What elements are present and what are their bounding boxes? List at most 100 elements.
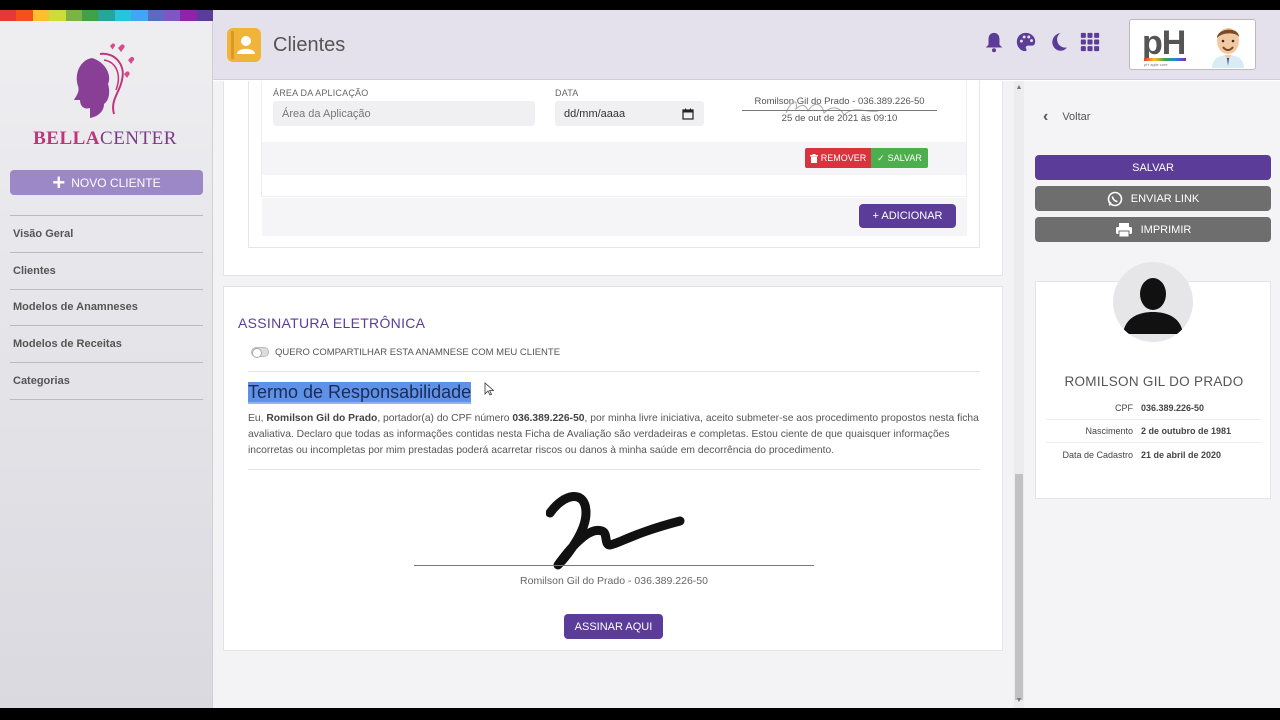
sign-here-button[interactable]: ASSINAR AQUI bbox=[564, 614, 663, 639]
terms-client-cpf: 036.389.226-50 bbox=[512, 413, 585, 424]
scroll-thumb[interactable] bbox=[1015, 474, 1023, 700]
date-label: DATA bbox=[555, 88, 579, 98]
save-button[interactable]: SALVAR bbox=[1035, 155, 1271, 180]
header-actions bbox=[983, 31, 1101, 53]
area-label: ÁREA DA APLICAÇÃO bbox=[273, 88, 369, 98]
color-stripe-segment bbox=[163, 10, 181, 21]
signature-line-small bbox=[742, 110, 937, 111]
sidebar-nav: Visão Geral Clientes Modelos de Anamnese… bbox=[10, 215, 203, 400]
new-client-label: NOVO CLIENTE bbox=[71, 175, 161, 190]
sidebar-item-visao-geral[interactable]: Visão Geral bbox=[10, 216, 203, 253]
woman-silhouette-icon bbox=[74, 43, 135, 118]
detail-value: 036.389.226-50 bbox=[1141, 403, 1205, 413]
terms-title-text: Termo de Responsabilidade bbox=[248, 382, 472, 402]
avatar bbox=[1113, 262, 1193, 342]
print-label: IMPRIMIR bbox=[1140, 223, 1192, 236]
scroll-up-icon[interactable]: ▲ bbox=[1014, 83, 1024, 93]
plus-icon: + bbox=[52, 169, 66, 195]
sidebar-item-label: Modelos de Anamneses bbox=[13, 301, 138, 314]
detail-row-registration: Data de Cadastro 21 de abril de 2020 bbox=[1046, 443, 1262, 466]
color-stripe-segment bbox=[180, 10, 197, 21]
sidebar-item-label: Visão Geral bbox=[13, 227, 74, 240]
bella-center-logo[interactable]: BELLACENTER bbox=[30, 40, 180, 150]
application-signature: Romilson Gil do Prado - 036.389.226-50 2… bbox=[742, 90, 937, 130]
application-frame: ÁREA DA APLICAÇÃO Área da Aplicação DATA… bbox=[248, 81, 980, 248]
print-button[interactable]: IMPRIMIR bbox=[1035, 217, 1271, 242]
user-avatar-icon bbox=[1212, 28, 1244, 68]
detail-value: 21 de abril de 2020 bbox=[1141, 449, 1222, 460]
brand-stripe bbox=[1144, 58, 1186, 61]
color-stripe-segment bbox=[98, 10, 115, 21]
logo-text-rest: CENTER bbox=[100, 128, 177, 149]
date-input[interactable]: dd/mm/aaaa bbox=[555, 101, 704, 126]
logo-text-bold: BELLA bbox=[33, 128, 101, 149]
color-stripe-segment bbox=[81, 10, 99, 21]
sidebar-item-modelos-anamneses[interactable]: Modelos de Anamneses bbox=[10, 290, 203, 327]
add-bar: + ADICIONAR bbox=[262, 198, 967, 236]
add-button[interactable]: + ADICIONAR bbox=[859, 204, 956, 228]
sidebar-item-clientes[interactable]: Clientes bbox=[10, 253, 203, 290]
color-stripe-segment bbox=[114, 10, 132, 21]
color-stripe-segment bbox=[65, 10, 82, 21]
brand-logo[interactable]: pH pH agile core bbox=[1129, 19, 1256, 70]
bell-icon[interactable] bbox=[983, 31, 1005, 53]
color-stripe-segment bbox=[16, 10, 33, 21]
sidebar-item-label: Modelos de Receitas bbox=[13, 338, 122, 351]
detail-key: Data de Cadastro bbox=[1062, 449, 1133, 460]
share-toggle[interactable] bbox=[251, 347, 269, 358]
color-stripe-segment bbox=[196, 10, 214, 21]
detail-key: Nascimento bbox=[1085, 426, 1133, 436]
palette-icon[interactable] bbox=[1015, 31, 1037, 53]
new-client-button[interactable]: + NOVO CLIENTE bbox=[10, 170, 203, 195]
client-profile-card: ROMILSON GIL DO PRADO CPF 036.389.226-50 … bbox=[1035, 262, 1271, 499]
color-stripe-segment bbox=[49, 10, 66, 21]
mouse-cursor-icon bbox=[484, 382, 494, 396]
client-panel: ‹ Voltar SALVAR ENVIAR LINK IMPRIMIR ROM… bbox=[1025, 81, 1280, 708]
color-stripe-segment bbox=[0, 10, 17, 21]
client-details: CPF 036.389.226-50 Nascimento 2 de outubro… bbox=[1046, 397, 1262, 466]
back-link[interactable]: ‹ Voltar bbox=[1043, 108, 1090, 126]
save-application-button[interactable]: ✓ SALVAR bbox=[871, 148, 928, 168]
divider bbox=[248, 371, 980, 372]
check-icon: ✓ bbox=[877, 152, 885, 163]
top-header: Clientes pH pH agile core bbox=[213, 10, 1280, 80]
brand-tagline: pH agile core bbox=[1144, 62, 1168, 67]
sidebar-item-label: Categorias bbox=[13, 375, 70, 388]
calendar-icon[interactable] bbox=[682, 108, 694, 120]
application-card: ÁREA DA APLICAÇÃO Área da Aplicação DATA… bbox=[223, 81, 1003, 276]
sidebar-item-modelos-receitas[interactable]: Modelos de Receitas bbox=[10, 326, 203, 364]
chevron-left-icon: ‹ bbox=[1043, 108, 1049, 125]
save-label: SALVAR bbox=[1132, 161, 1174, 174]
main-scrollbar[interactable]: ▲ ▼ bbox=[1014, 81, 1024, 708]
terms-client-name: Romilson Gil do Prado bbox=[266, 413, 378, 424]
signature-date: 25 de out de 2021 às 09:10 bbox=[781, 113, 898, 124]
application-actions: REMOVER ✓ SALVAR bbox=[262, 142, 966, 175]
remove-label: REMOVER bbox=[820, 153, 867, 163]
send-link-button[interactable]: ENVIAR LINK bbox=[1035, 186, 1271, 211]
page-title: Clientes bbox=[273, 34, 346, 56]
scroll-down-icon[interactable]: ▼ bbox=[1014, 696, 1024, 706]
main-content: ÁREA DA APLICAÇÃO Área da Aplicação DATA… bbox=[213, 81, 1025, 708]
color-stripe-segment bbox=[131, 10, 148, 21]
terms-body: Eu, Romilson Gil do Prado, portador(a) d… bbox=[248, 411, 983, 459]
app-window: BELLACENTER + NOVO CLIENTE Visão Geral C… bbox=[0, 10, 1280, 708]
whatsapp-icon bbox=[1107, 191, 1123, 206]
handwritten-signature bbox=[546, 492, 685, 570]
section-title: ASSINATURA ELETRÔNICA bbox=[238, 315, 426, 331]
share-toggle-label: QUERO COMPARTILHAR ESTA ANAMNESE COM MEU… bbox=[275, 347, 561, 358]
signature-caption: Romilson Gil do Prado - 036.389.226-50 bbox=[520, 575, 708, 587]
application-entry: ÁREA DA APLICAÇÃO Área da Aplicação DATA… bbox=[261, 81, 967, 197]
detail-key: CPF bbox=[1115, 403, 1133, 413]
detail-value: 2 de outubro de 1981 bbox=[1141, 426, 1232, 436]
grid-icon[interactable] bbox=[1079, 31, 1101, 53]
divider bbox=[248, 469, 980, 470]
remove-button[interactable]: REMOVER bbox=[805, 148, 871, 168]
moon-icon[interactable] bbox=[1047, 31, 1069, 53]
sidebar-item-categorias[interactable]: Categorias bbox=[10, 363, 203, 400]
save-application-label: SALVAR bbox=[887, 153, 922, 163]
detail-row-birth: Nascimento 2 de outubro de 1981 bbox=[1046, 420, 1262, 443]
electronic-signature-card: ASSINATURA ELETRÔNICA QUERO COMPARTILHAR… bbox=[223, 286, 1003, 651]
terms-mid: , portador(a) do CPF número bbox=[377, 413, 513, 424]
area-input[interactable]: Área da Aplicação bbox=[273, 101, 535, 126]
back-label: Voltar bbox=[1062, 111, 1091, 123]
